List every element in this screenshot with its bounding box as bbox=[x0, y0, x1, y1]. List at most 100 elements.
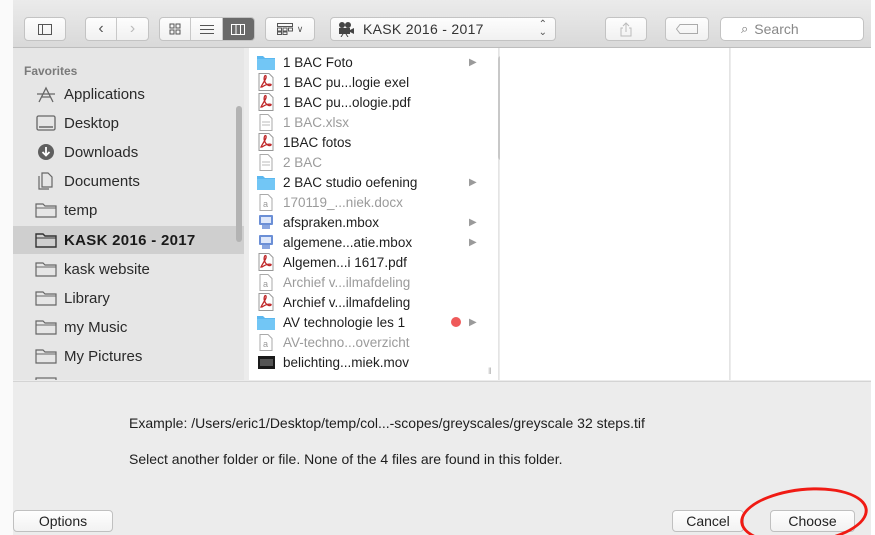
pdf-icon bbox=[257, 293, 275, 311]
file-name: Algemen...i 1617.pdf bbox=[283, 254, 407, 270]
folder-icon bbox=[34, 201, 58, 219]
file-row[interactable]: AV technologie les 1 ▶ bbox=[249, 312, 498, 332]
folder-icon bbox=[34, 260, 58, 278]
share-icon bbox=[620, 21, 632, 36]
file-row[interactable]: 1 BAC Foto ▶ bbox=[249, 52, 498, 72]
folder-icon bbox=[34, 231, 58, 249]
sidebar-item-library[interactable]: Library bbox=[13, 284, 244, 312]
arrange-button[interactable]: ∨ bbox=[265, 17, 315, 41]
folder-icon bbox=[34, 347, 58, 365]
svg-text:a: a bbox=[263, 199, 268, 209]
back-forward-control: ‹ › bbox=[85, 17, 149, 41]
sidebar-item-label: KASK 2016 - 2017 bbox=[64, 231, 196, 249]
chevron-left-icon: ‹ bbox=[98, 20, 104, 37]
mailbox-icon bbox=[257, 234, 275, 250]
sidebar-item-my-pictures[interactable]: My Pictures bbox=[13, 342, 244, 370]
document-icon bbox=[257, 153, 275, 171]
file-row[interactable]: a Archief v...ilmafdeling bbox=[249, 272, 498, 292]
toolbar: ‹ › ∨ KASK 2016 - 2017 ⌃ ⌄ ⌕ Search bbox=[13, 0, 871, 48]
film-camera-icon bbox=[339, 22, 354, 37]
file-row[interactable]: Archief v...ilmafdeling bbox=[249, 292, 498, 312]
view-mode-control bbox=[159, 17, 255, 41]
options-button[interactable]: Options bbox=[13, 510, 113, 532]
choose-button[interactable]: Choose bbox=[770, 510, 855, 532]
disclosure-arrow-icon: ▶ bbox=[469, 316, 477, 328]
sidebar-item-my-music[interactable]: my Music bbox=[13, 313, 244, 341]
disclosure-arrow-icon: ▶ bbox=[469, 176, 477, 188]
icon-view-button[interactable] bbox=[160, 18, 192, 40]
back-button[interactable]: ‹ bbox=[86, 18, 117, 40]
column-resize-handle[interactable]: ‖ bbox=[488, 366, 492, 376]
disclosure-arrow-icon: ▶ bbox=[469, 236, 477, 248]
folder-icon bbox=[34, 376, 58, 380]
tag-icon bbox=[676, 24, 698, 34]
sidebar-item-kask-2016-2017[interactable]: KASK 2016 - 2017 bbox=[13, 226, 244, 254]
sidebar-item-label: Applications bbox=[64, 85, 145, 103]
search-field[interactable]: ⌕ Search bbox=[720, 17, 864, 41]
file-row[interactable]: 1 BAC.xlsx bbox=[249, 112, 498, 132]
column-view-button[interactable] bbox=[222, 18, 254, 40]
file-name: Archief v...ilmafdeling bbox=[283, 274, 411, 290]
file-name: algemene...atie.mbox bbox=[283, 234, 413, 250]
file-row[interactable]: Algemen...i 1617.pdf bbox=[249, 252, 498, 272]
grid-icon bbox=[169, 23, 181, 35]
list-view-button[interactable] bbox=[191, 18, 223, 40]
sidebar: Favorites Applications Desktop Downloads… bbox=[13, 48, 244, 380]
sidebar-item-desktop[interactable]: Desktop bbox=[13, 109, 244, 137]
folder-icon bbox=[257, 174, 275, 190]
file-row[interactable]: afspraken.mbox ▶ bbox=[249, 212, 498, 232]
file-row[interactable]: 1 BAC pu...logie exel bbox=[249, 72, 498, 92]
sidebar-item-kask-website[interactable]: kask website bbox=[13, 255, 244, 283]
pdf-icon bbox=[257, 133, 275, 151]
file-row[interactable]: 2 BAC studio oefening ▶ bbox=[249, 172, 498, 192]
downloads-icon bbox=[34, 143, 58, 161]
file-name: 2 BAC studio oefening bbox=[283, 174, 418, 190]
file-row[interactable]: belichting...miek.mov bbox=[249, 352, 498, 372]
sidebar-item-label: my Music bbox=[64, 318, 128, 336]
file-row[interactable]: 1BAC fotos bbox=[249, 132, 498, 152]
word-document-icon: a bbox=[257, 333, 275, 351]
sidebar-item-partial[interactable] bbox=[13, 371, 244, 380]
file-row[interactable]: a AV-techno...overzicht bbox=[249, 332, 498, 352]
window-edge bbox=[0, 0, 13, 535]
file-name: 1 BAC Foto bbox=[283, 54, 353, 70]
documents-icon bbox=[34, 172, 58, 190]
sidebar-item-downloads[interactable]: Downloads bbox=[13, 138, 244, 166]
sidebar-item-temp[interactable]: temp bbox=[13, 196, 244, 224]
tags-button[interactable] bbox=[665, 17, 709, 41]
sidebar-item-applications[interactable]: Applications bbox=[13, 80, 244, 108]
folder-icon bbox=[257, 54, 275, 70]
file-row[interactable]: 2 BAC bbox=[249, 152, 498, 172]
file-name: belichting...miek.mov bbox=[283, 354, 410, 370]
location-popup[interactable]: KASK 2016 - 2017 ⌃ ⌄ bbox=[330, 17, 556, 41]
share-button[interactable] bbox=[605, 17, 647, 41]
word-document-icon: a bbox=[257, 193, 275, 211]
open-dialog: ‹ › ∨ KASK 2016 - 2017 ⌃ ⌄ ⌕ Search Favo… bbox=[13, 0, 871, 535]
sidebar-scrollbar[interactable] bbox=[236, 106, 242, 242]
sidebar-item-label: kask website bbox=[64, 260, 150, 278]
up-down-arrows-icon: ⌃ ⌄ bbox=[538, 19, 547, 38]
example-path-text: Example: /Users/eric1/Desktop/temp/col..… bbox=[129, 415, 645, 431]
file-name: 170119_...niek.docx bbox=[283, 194, 403, 210]
chevron-down-icon: ∨ bbox=[296, 23, 304, 34]
sidebar-section-favorites: Favorites bbox=[24, 64, 78, 78]
sidebar-item-label: temp bbox=[64, 201, 98, 219]
sidebar-icon bbox=[38, 23, 52, 35]
word-document-icon: a bbox=[257, 273, 275, 291]
file-name: 1 BAC pu...logie exel bbox=[283, 74, 410, 90]
movie-icon bbox=[257, 354, 275, 370]
file-row[interactable]: 1 BAC pu...ologie.pdf bbox=[249, 92, 498, 112]
cancel-button[interactable]: Cancel bbox=[672, 510, 744, 532]
folder-icon bbox=[257, 314, 275, 330]
search-placeholder: Search bbox=[754, 21, 799, 37]
file-row[interactable]: a 170119_...niek.docx bbox=[249, 192, 498, 212]
sidebar-item-documents[interactable]: Documents bbox=[13, 167, 244, 195]
applications-icon bbox=[34, 85, 58, 103]
sidebar-toggle-button[interactable] bbox=[24, 17, 66, 41]
file-row[interactable]: algemene...atie.mbox ▶ bbox=[249, 232, 498, 252]
forward-button[interactable]: › bbox=[117, 18, 148, 40]
pdf-icon bbox=[257, 253, 275, 271]
folder-icon bbox=[34, 318, 58, 336]
sidebar-item-label: Desktop bbox=[64, 114, 120, 132]
file-name: afspraken.mbox bbox=[283, 214, 380, 230]
